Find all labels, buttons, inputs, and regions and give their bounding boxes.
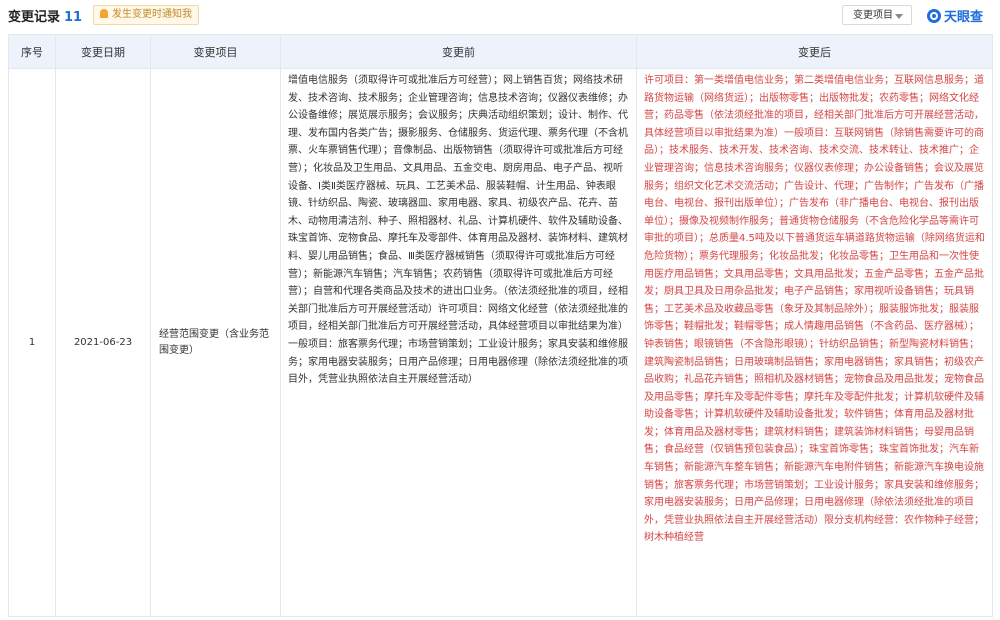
notify-me-button[interactable]: 发生变更时通知我 <box>93 5 199 25</box>
row-change-item: 经营范围变更（含业务范围变更） <box>150 68 281 617</box>
brand-name: 天眼查 <box>944 10 984 25</box>
caret-down-icon <box>895 14 903 19</box>
change-record-table: 序号 变更日期 变更项目 变更前 变更后 1 2021-06-23 经营范围变更… <box>8 34 993 617</box>
section-title: 变更记录 11 <box>8 6 82 25</box>
row-seq: 1 <box>8 68 56 617</box>
column-header-item: 变更项目 <box>150 34 281 69</box>
toolbar: 变更记录 11 发生变更时通知我 变更项目 天眼查 <box>0 0 1000 30</box>
row-date: 2021-06-23 <box>55 68 151 617</box>
column-header-seq: 序号 <box>8 34 56 69</box>
bell-icon <box>100 9 108 18</box>
column-header-after: 变更后 <box>636 34 993 69</box>
table-header-row: 序号 变更日期 变更项目 变更前 变更后 <box>8 34 993 69</box>
column-header-date: 变更日期 <box>55 34 151 69</box>
section-title-text: 变更记录 <box>8 10 61 25</box>
record-count: 11 <box>64 10 83 25</box>
column-header-before: 变更前 <box>280 34 637 69</box>
brand-logo[interactable]: 天眼查 <box>927 6 983 25</box>
eye-logo-icon <box>927 9 941 23</box>
notify-me-label: 发生变更时通知我 <box>112 9 192 20</box>
table-row: 1 2021-06-23 经营范围变更（含业务范围变更） 增值电信服务（须取得许… <box>8 68 993 617</box>
row-after-content: 许可项目：第一类增值电信业务；第二类增值电信业务；互联网信息服务；道路货物运输（… <box>636 68 993 617</box>
filter-label: 变更项目 <box>853 10 893 21</box>
row-before-content: 增值电信服务（须取得许可或批准后方可经营）；网上销售百货；网络技术研发、技术咨询… <box>280 68 637 617</box>
change-item-filter-dropdown[interactable]: 变更项目 <box>842 5 912 25</box>
